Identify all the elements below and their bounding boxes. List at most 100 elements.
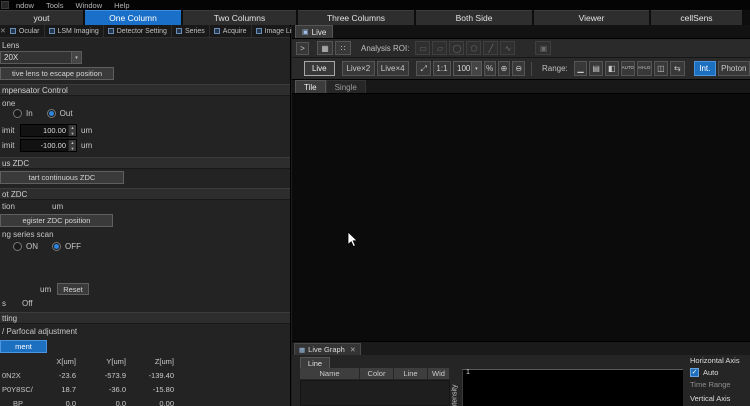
mouse-cursor <box>347 231 359 249</box>
move-objective-escape-button[interactable]: tive lens to escape position <box>0 67 114 80</box>
name-column-header[interactable]: Name <box>300 368 360 380</box>
lut-swap-icon[interactable]: ⇆ <box>670 61 685 76</box>
width-column-header[interactable]: Wid <box>428 368 450 380</box>
tab-lsm-imaging[interactable]: LSM Imaging <box>45 25 104 38</box>
single-tab[interactable]: Single <box>326 80 366 93</box>
lut-split-icon[interactable]: ◫ <box>654 61 669 76</box>
off-radio[interactable] <box>52 242 61 251</box>
graph-plot-area[interactable]: 1 <box>462 369 683 406</box>
roi-polygon-icon[interactable]: ⬠ <box>466 41 481 55</box>
objective-lens-select[interactable]: 20X ▾ <box>0 51 82 64</box>
focus-zdc-header[interactable]: us ZDC <box>0 157 290 169</box>
dot-grid-icon[interactable]: ∷ <box>335 41 351 55</box>
zoom-out-icon[interactable]: ⊖ <box>512 61 525 76</box>
lsm-imaging-icon <box>49 28 55 34</box>
live-x4-button[interactable]: Live×4 <box>377 61 409 76</box>
compensator-control-header[interactable]: mpensator Control <box>0 84 290 96</box>
live-graph-tab[interactable]: ▦ Live Graph ✕ <box>294 343 361 355</box>
menu-item-window-partial[interactable]: ndow <box>16 1 34 10</box>
start-continuous-zdc-button[interactable]: tart continuous ZDC <box>0 171 124 184</box>
tab-three-columns[interactable]: Three Columns <box>298 10 414 25</box>
y-axis-tick: 1 <box>466 369 470 376</box>
spin-down-icon: ▼ <box>69 146 76 152</box>
one-to-one-zoom-button[interactable]: 1:1 <box>433 61 451 76</box>
reset-button[interactable]: Reset <box>57 283 89 295</box>
tab-series[interactable]: Series <box>172 25 210 38</box>
intensity-graph: Intensity 1 <box>450 368 684 406</box>
roi-freehand-icon[interactable]: ∿ <box>500 41 515 55</box>
live-button[interactable]: Live <box>304 61 335 76</box>
tab-acquire[interactable]: Acquire <box>210 25 252 38</box>
y-cell: -36.0 <box>78 385 128 394</box>
zoom-level-value: 100 <box>454 64 471 73</box>
tab-cellsens[interactable]: cellSens <box>651 10 742 25</box>
graph-table-header: Name Color Line Wid <box>300 368 450 380</box>
range-min-icon[interactable]: ▁ <box>574 61 588 76</box>
alignment-button[interactable]: ment <box>0 340 47 353</box>
status-label-partial: s <box>2 299 6 308</box>
tab-viewer[interactable]: Viewer <box>534 10 649 25</box>
tile-tab[interactable]: Tile <box>295 80 326 93</box>
on-radio[interactable] <box>13 242 22 251</box>
auto-checkbox[interactable]: ✓ <box>690 368 699 377</box>
tab-two-columns[interactable]: Two Columns <box>183 10 296 25</box>
line-tab[interactable]: Line <box>300 357 330 368</box>
in-radio[interactable] <box>13 109 22 118</box>
tab-ocular[interactable]: Ocular <box>6 25 45 38</box>
lower-limit-stepper[interactable]: ▲▼ <box>68 140 76 151</box>
live-graph-tab-label: Live Graph <box>308 345 345 354</box>
tab-detector-setting[interactable]: Detector Setting <box>104 25 172 38</box>
expand-panel-button[interactable]: > <box>296 42 309 55</box>
roi-line-icon[interactable]: ╱ <box>483 41 498 55</box>
percent-icon: % <box>484 61 496 76</box>
layout-grid-icon[interactable]: ▦ <box>317 41 333 55</box>
close-icon[interactable]: ✕ <box>350 346 356 354</box>
color-column-header[interactable]: Color <box>360 368 394 380</box>
upper-limit-input[interactable]: 100.00 ▲▼ <box>20 124 77 137</box>
live-document-tab[interactable]: ▣ Live <box>295 25 333 38</box>
setting-header[interactable]: tting <box>0 312 290 324</box>
fit-to-window-icon[interactable]: ⤢ <box>416 61 431 76</box>
table-row[interactable]: 0N2X -23.6 -573.9 -139.40 <box>0 368 185 382</box>
out-radio[interactable] <box>47 109 56 118</box>
one-shot-zdc-header[interactable]: ot ZDC <box>0 188 290 200</box>
range-palette-icon[interactable]: ▤ <box>589 61 603 76</box>
zoom-level-select[interactable]: 100 ▾ <box>453 61 482 76</box>
upper-limit-stepper[interactable]: ▲▼ <box>68 125 76 136</box>
tab-series-label: Series <box>185 28 205 35</box>
live-control-toolbar: Live Live×2 Live×4 ⤢ 1:1 100 ▾ % ⊕ ⊖ Ran… <box>292 58 750 80</box>
photon-mode-button[interactable]: Photon <box>718 61 750 76</box>
roi-ellipse-icon[interactable]: ◯ <box>449 41 464 55</box>
menu-item-window[interactable]: Window <box>75 1 102 10</box>
menu-item-tools[interactable]: Tools <box>46 1 64 10</box>
tab-layout[interactable]: yout <box>0 10 83 25</box>
register-zdc-position-button[interactable]: egister ZDC position <box>0 214 113 227</box>
graph-icon: ▦ <box>299 346 305 354</box>
tab-ocular-label: Ocular <box>19 28 40 35</box>
y-column-header: Y[um] <box>78 357 128 366</box>
z-cell: -139.40 <box>128 371 176 380</box>
tab-one-column[interactable]: One Column <box>85 10 181 25</box>
live-image-area[interactable] <box>292 94 750 341</box>
roi-manager-icon[interactable]: ▣ <box>535 41 551 55</box>
off-radio-label: OFF <box>65 242 81 251</box>
roi-rectangle-icon[interactable]: ▭ <box>415 41 430 55</box>
roi-rotated-rectangle-icon[interactable]: ▱ <box>432 41 447 55</box>
range-auto-icon[interactable]: AUTO <box>621 61 636 76</box>
tab-both-side[interactable]: Both Side <box>416 10 532 25</box>
live-x2-button[interactable]: Live×2 <box>342 61 374 76</box>
lower-limit-input[interactable]: -100.00 ▲▼ <box>20 139 77 152</box>
view-mode-tab-bar: Tile Single <box>292 80 750 94</box>
application-window: ndow Tools Window Help yout One Column T… <box>0 0 750 406</box>
line-column-header[interactable]: Line <box>394 368 428 380</box>
lens-name-cell: BP <box>0 399 50 406</box>
zoom-in-icon[interactable]: ⊕ <box>498 61 511 76</box>
menu-item-help[interactable]: Help <box>114 1 129 10</box>
graph-table-body[interactable] <box>300 380 450 406</box>
lens-table-header: X[um] Y[um] Z[um] <box>0 354 185 368</box>
range-half-icon[interactable]: ◧ <box>605 61 619 76</box>
range-hilo-icon[interactable]: HI-LO <box>637 61 652 76</box>
table-row[interactable]: P0Y8SC/ 18.7 -36.0 -15.80 <box>0 382 185 396</box>
table-row[interactable]: BP 0.0 0.0 0.00 <box>0 396 185 406</box>
intensity-mode-button[interactable]: Int. <box>694 61 716 76</box>
